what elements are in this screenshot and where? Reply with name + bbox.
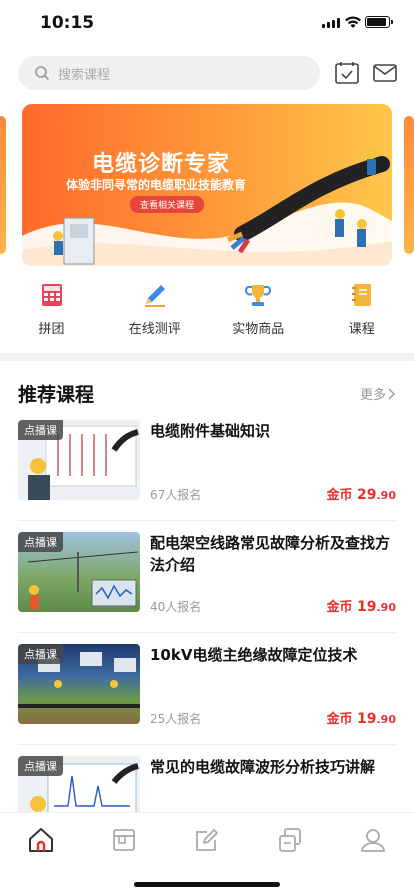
home-indicator	[134, 882, 280, 887]
price-integer: 29	[357, 487, 377, 503]
cable-illustration	[227, 149, 390, 254]
course-title: 10kV电缆主绝缘故障定位技术	[150, 646, 358, 664]
tab-tests[interactable]	[166, 813, 249, 866]
quick-nav-group-buy[interactable]: 拼团	[0, 282, 103, 342]
course-price: 金币 19.90	[326, 596, 396, 615]
quick-nav-label: 在线测评	[128, 322, 181, 337]
more-link[interactable]: 更多	[360, 384, 396, 403]
quick-nav-online-test[interactable]: 在线测评	[103, 282, 207, 342]
banner-subtitle: 体验非同寻常的电缆职业技能教育	[66, 178, 247, 192]
quick-nav: 拼团 在线测评 实物商品 课程	[0, 282, 414, 342]
more-label: 更多	[359, 388, 386, 403]
course-thumbnail: 点播课	[18, 756, 140, 812]
banner-carousel[interactable]: 电缆诊断专家 体验非同寻常的电缆职业技能教育 查看相关课程	[0, 104, 414, 266]
price-integer: 19	[357, 711, 377, 727]
course-title: 电缆附件基础知识	[150, 422, 271, 440]
banner-title: 电缆诊断专家	[92, 152, 231, 177]
calculator-icon	[41, 284, 62, 306]
price-decimal: .90	[376, 601, 397, 614]
tab-materials[interactable]	[248, 813, 331, 866]
course-tag: 点播课	[18, 420, 63, 440]
section-title: 推荐课程	[18, 384, 95, 406]
quick-nav-label: 拼团	[38, 322, 65, 337]
course-thumbnail: 点播课	[18, 644, 140, 724]
course-tag: 点播课	[18, 532, 63, 552]
search-input[interactable]: 搜索课程	[18, 56, 320, 90]
quick-nav-courses[interactable]: 课程	[310, 282, 414, 342]
course-thumbnail: 点播课	[18, 532, 140, 612]
row-divider	[18, 632, 396, 633]
banner-next-peek	[404, 116, 414, 254]
calendar-check-icon[interactable]	[334, 60, 360, 86]
home-icon	[29, 827, 54, 852]
book-icon	[113, 828, 136, 851]
course-item[interactable]: 点播课 配电架空线路常见故障分析及查找方法介绍 40人报名 金币 19.90	[18, 532, 396, 633]
tab-bar	[0, 812, 414, 866]
tab-home[interactable]	[0, 813, 83, 866]
search-placeholder: 搜索课程	[58, 67, 111, 83]
price-decimal: .90	[376, 713, 397, 726]
course-price: 金币 29.90	[326, 484, 396, 503]
course-enroll-count: 25人报名	[150, 712, 202, 726]
copy-icon	[278, 827, 301, 852]
banner-view-courses-button[interactable]: 查看相关课程	[130, 196, 205, 213]
price-prefix: 金币	[326, 488, 353, 503]
price-prefix: 金币	[326, 712, 353, 727]
price-decimal: .90	[376, 489, 397, 502]
tab-courses[interactable]	[83, 813, 166, 866]
row-divider	[18, 744, 396, 745]
pencil-icon	[144, 285, 165, 307]
row-divider	[18, 520, 396, 521]
edit-icon	[196, 828, 218, 851]
course-price: 金币 19.90	[326, 708, 396, 727]
course-enroll-count: 40人报名	[150, 600, 202, 614]
cabinet-illustration	[53, 217, 95, 265]
course-tag: 点播课	[18, 644, 63, 664]
notebook-icon	[351, 284, 371, 306]
course-tag: 点播课	[18, 756, 63, 776]
course-item[interactable]: 点播课 10kV电缆主绝缘故障定位技术 25人报名 金币 19.90	[18, 644, 396, 745]
course-thumbnail: 点播课	[18, 420, 140, 500]
course-item[interactable]: 点播课 常见的电缆故障波形分析技巧讲解	[18, 756, 396, 812]
course-item[interactable]: 点播课 电缆附件基础知识 67人报名 金币 29.90	[18, 420, 396, 521]
trophy-icon	[245, 285, 272, 306]
chevron-right-icon	[388, 388, 395, 399]
section-divider	[0, 353, 414, 361]
price-prefix: 金币	[326, 600, 353, 615]
wifi-icon	[345, 16, 361, 28]
quick-nav-physical-goods[interactable]: 实物商品	[207, 282, 311, 342]
status-time: 10:15	[40, 13, 95, 33]
signal-icon	[322, 18, 340, 28]
status-bar: 10:15	[0, 0, 414, 46]
quick-nav-label: 课程	[348, 322, 375, 337]
course-enroll-count: 67人报名	[150, 488, 202, 502]
mail-icon[interactable]	[372, 60, 398, 86]
user-icon	[360, 828, 385, 852]
quick-nav-label: 实物商品	[232, 322, 285, 337]
banner-prev-peek	[0, 116, 6, 254]
tab-profile[interactable]	[331, 813, 414, 866]
banner-slide[interactable]: 电缆诊断专家 体验非同寻常的电缆职业技能教育 查看相关课程	[22, 104, 392, 266]
search-icon	[35, 66, 49, 80]
battery-icon	[365, 16, 393, 28]
price-integer: 19	[357, 599, 377, 615]
course-title: 配电架空线路常见故障分析及查找方法介绍	[150, 534, 391, 574]
course-title: 常见的电缆故障波形分析技巧讲解	[150, 758, 376, 776]
